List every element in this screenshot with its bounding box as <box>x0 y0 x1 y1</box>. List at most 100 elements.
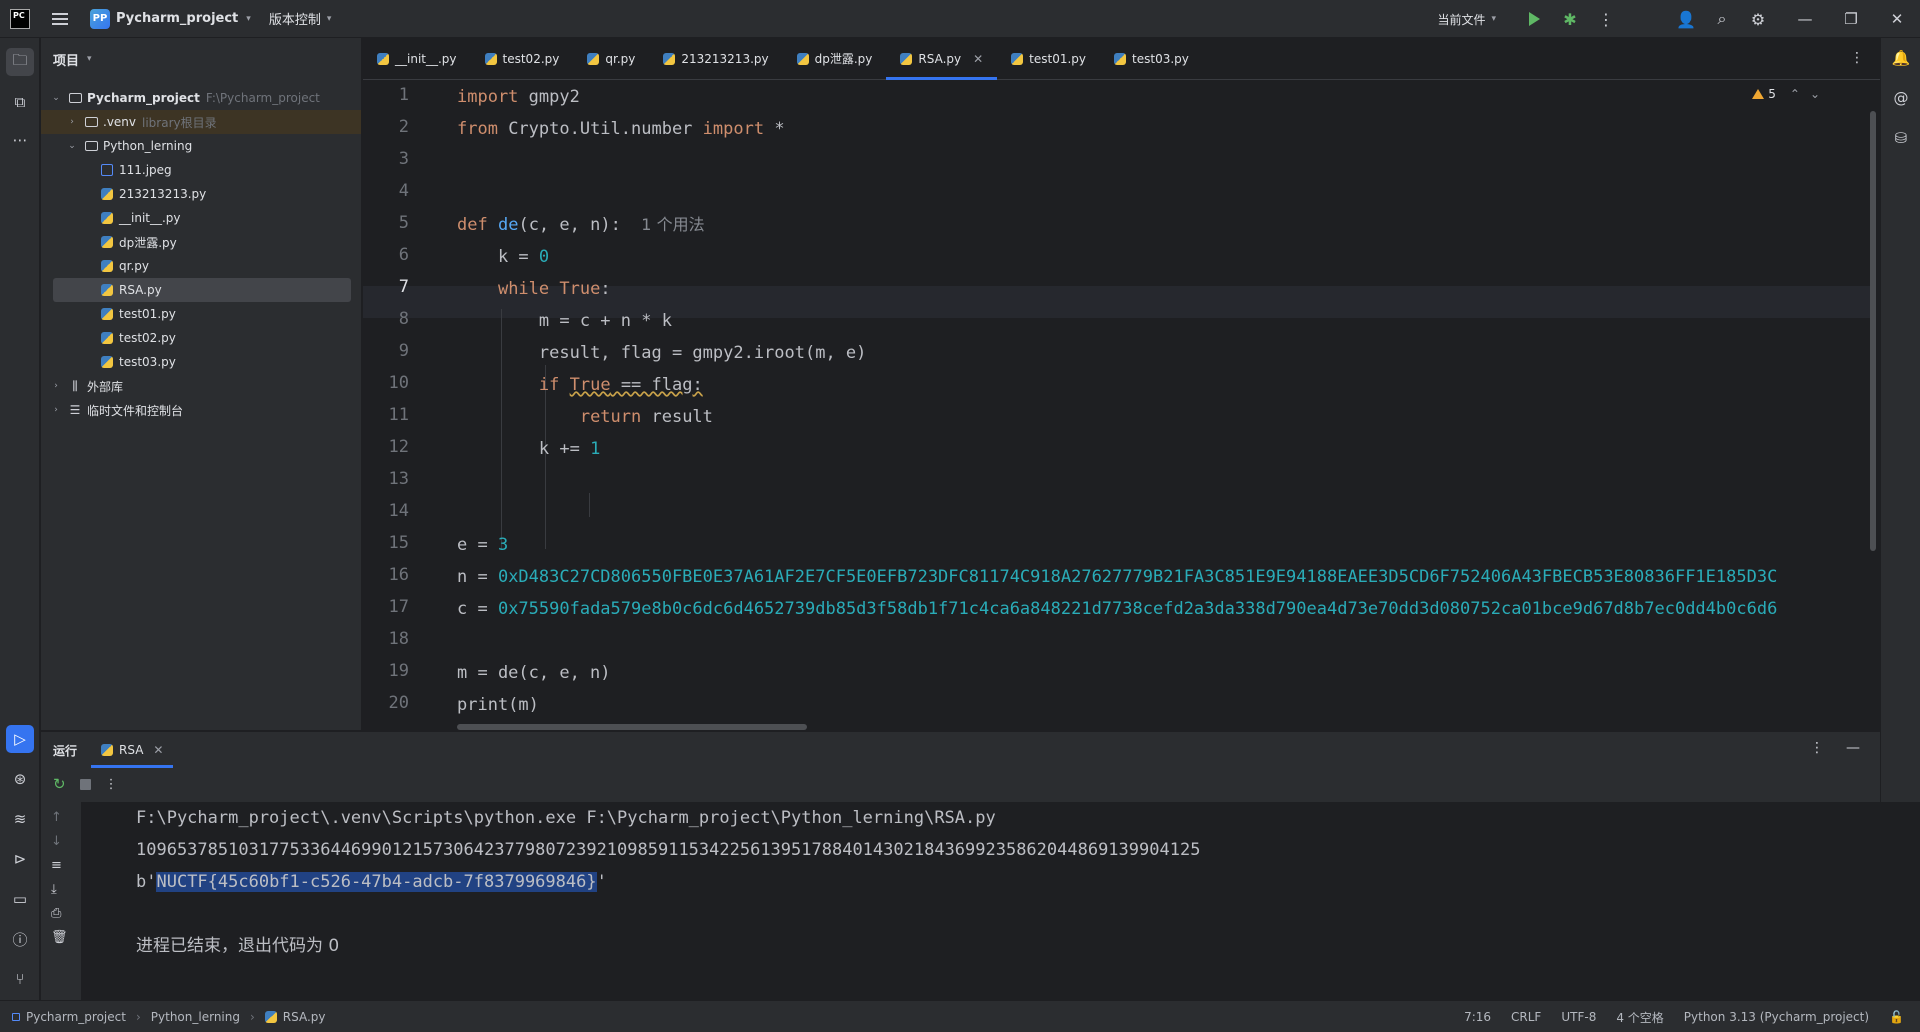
minimize-button[interactable]: — <box>1782 0 1828 38</box>
chevron-down-icon[interactable]: ⌄ <box>1810 87 1820 101</box>
tree-node-label: RSA.py <box>119 283 162 297</box>
tree-node[interactable]: test03.py <box>41 350 361 374</box>
line-number: 3 <box>398 149 409 169</box>
code-with-me-button[interactable]: 👤 <box>1668 0 1704 38</box>
project-panel-header[interactable]: 项目 ▾ <box>41 38 361 80</box>
editor-tab[interactable]: test03.py <box>1100 38 1203 80</box>
editor-tab[interactable]: __init__.py <box>363 38 471 80</box>
close-icon[interactable]: ✕ <box>153 743 163 757</box>
tree-node[interactable]: dp泄露.py <box>41 230 361 254</box>
tree-node[interactable]: __init__.py <box>41 206 361 230</box>
tree-node[interactable]: › ☰ 临时文件和控制台 <box>41 398 361 422</box>
run-config-selector[interactable]: 当前文件 ▾ <box>1437 11 1496 28</box>
editor-tab[interactable]: qr.py <box>573 38 649 80</box>
editor-tab[interactable]: 213213213.py <box>649 38 782 80</box>
caret-position[interactable]: 7:16 <box>1464 1010 1491 1024</box>
trash-icon[interactable]: 🗑 <box>51 930 68 945</box>
run-button[interactable] <box>1516 0 1552 38</box>
project-tool-button[interactable]: 🗀 <box>6 48 34 76</box>
more-vertical-icon[interactable]: ⋮ <box>105 777 118 792</box>
selected-flag-text[interactable]: NUCTF{45c60bf1-c526-47b4-adcb-7f83799698… <box>156 872 597 892</box>
lock-icon[interactable]: 🔓 <box>1889 1010 1904 1024</box>
tree-node[interactable]: RSA.py <box>53 278 351 302</box>
horizontal-scrollbar[interactable] <box>457 724 807 730</box>
line-number: 19 <box>388 661 409 681</box>
more-vertical-icon[interactable]: ⋮ <box>1850 50 1864 66</box>
tree-node[interactable]: › ⫼ 外部库 <box>41 374 361 398</box>
python-icon: ⊛ <box>13 770 27 788</box>
main-menu-icon[interactable] <box>52 12 68 25</box>
terminal-button[interactable]: ▭ <box>6 885 34 913</box>
file-encoding[interactable]: UTF-8 <box>1561 1010 1596 1024</box>
vertical-scrollbar[interactable] <box>1870 111 1876 551</box>
editor-tab[interactable]: dp泄露.py <box>783 38 887 80</box>
pycharm-logo-icon[interactable]: PC <box>10 8 30 29</box>
indent-setting[interactable]: 4 个空格 <box>1616 1009 1663 1026</box>
settings-button[interactable]: ⚙ <box>1740 0 1776 38</box>
code-editor[interactable]: 1 2 3 4 5 6 7 8 9 10 11 12 13 14 15 16 17 18 19 20 import g… <box>363 81 1880 730</box>
breadcrumb-item[interactable]: Pycharm_project <box>26 1010 126 1024</box>
python-packages-button[interactable]: ≋ <box>6 805 34 833</box>
chevron-down-icon[interactable]: ⌄ <box>65 141 79 151</box>
tree-node[interactable]: 213213213.py <box>41 182 361 206</box>
chevron-right-icon[interactable]: › <box>65 117 79 127</box>
editor-tab-label: 213213213.py <box>681 51 769 66</box>
close-icon[interactable]: ✕ <box>973 52 983 66</box>
editor-tab[interactable]: test01.py <box>997 38 1100 80</box>
code-area[interactable]: import gmpy2 from Crypto.Util.number imp… <box>457 81 1867 730</box>
chevron-right-icon[interactable]: › <box>49 405 63 415</box>
chevron-down-icon[interactable]: ⌄ <box>49 93 63 103</box>
services-button[interactable]: ⊳ <box>6 845 34 873</box>
inspection-widget[interactable]: 5 ⌃ ⌄ <box>1752 87 1820 101</box>
tree-node[interactable]: 111.jpeg <box>41 158 361 182</box>
more-vertical-icon[interactable]: ⋮ <box>1810 740 1824 756</box>
python-file-icon <box>587 52 600 65</box>
ai-assistant-button[interactable]: @ <box>1887 84 1915 112</box>
usages-inlay-hint[interactable]: 1 个用法 <box>641 215 704 234</box>
project-name: Pycharm_project <box>116 11 239 26</box>
line-number: 4 <box>398 181 409 201</box>
editor-tab[interactable]: test02.py <box>471 38 574 80</box>
soft-wrap-icon[interactable]: ≡ <box>51 858 62 873</box>
notifications-button[interactable]: 🔔 <box>1887 44 1915 72</box>
editor-tab-label: dp泄露.py <box>814 52 873 66</box>
print-icon[interactable]: ⎙ <box>51 906 61 921</box>
console-output[interactable]: F:\Pycharm_project\.venv\Scripts\python.… <box>81 802 1920 1001</box>
project-switcher[interactable]: PP Pycharm_project ▾ <box>90 8 251 29</box>
more-actions-button[interactable]: ⋮ <box>1588 0 1624 38</box>
database-button[interactable]: ⛁ <box>1887 124 1915 152</box>
structure-tool-button[interactable]: ⧉ <box>6 88 34 116</box>
editor-tab[interactable]: RSA.py ✕ <box>886 38 997 80</box>
python-file-icon <box>101 744 114 756</box>
tree-node[interactable]: › .venv library根目录 <box>41 110 361 134</box>
debug-button[interactable]: ✱ <box>1552 0 1588 38</box>
python-interpreter[interactable]: Python 3.13 (Pycharm_project) <box>1684 1010 1869 1024</box>
arrow-down-icon[interactable]: ↓ <box>51 834 62 849</box>
vcs-menu[interactable]: 版本控制 ▾ <box>269 9 332 28</box>
chevron-up-icon[interactable]: ⌃ <box>1790 87 1800 101</box>
tree-node[interactable]: qr.py <box>41 254 361 278</box>
close-button[interactable]: ✕ <box>1874 0 1920 38</box>
scroll-to-end-icon[interactable]: ⤓ <box>51 882 57 897</box>
line-separator[interactable]: CRLF <box>1511 1010 1541 1024</box>
rerun-icon[interactable]: ↻ <box>53 775 66 793</box>
minimize-panel-icon[interactable]: — <box>1846 740 1860 756</box>
chevron-right-icon[interactable]: › <box>49 381 63 391</box>
run-tool-button[interactable]: ▷ <box>6 725 34 753</box>
more-tools-button[interactable]: ⋯ <box>6 126 34 154</box>
search-button[interactable]: ⌕ <box>1704 0 1740 38</box>
git-button[interactable]: ⑂ <box>6 965 34 993</box>
python-console-button[interactable]: ⊛ <box>6 765 34 793</box>
tree-node[interactable]: ⌄ Pycharm_project F:\Pycharm_project <box>41 86 361 110</box>
arrow-up-icon[interactable]: ↑ <box>51 810 62 825</box>
project-panel-title: 项目 <box>53 53 80 69</box>
problems-button[interactable]: ⓘ <box>6 925 34 953</box>
tree-node[interactable]: test01.py <box>41 302 361 326</box>
stop-icon[interactable] <box>79 778 91 790</box>
breadcrumb-item[interactable]: RSA.py <box>283 1010 326 1024</box>
tree-node[interactable]: test02.py <box>41 326 361 350</box>
breadcrumb-item[interactable]: Python_lerning <box>151 1010 240 1024</box>
tree-node[interactable]: ⌄ Python_lerning <box>41 134 361 158</box>
maximize-button[interactable]: ❐ <box>1828 0 1874 38</box>
run-tab-rsa[interactable]: RSA ✕ <box>91 732 174 768</box>
